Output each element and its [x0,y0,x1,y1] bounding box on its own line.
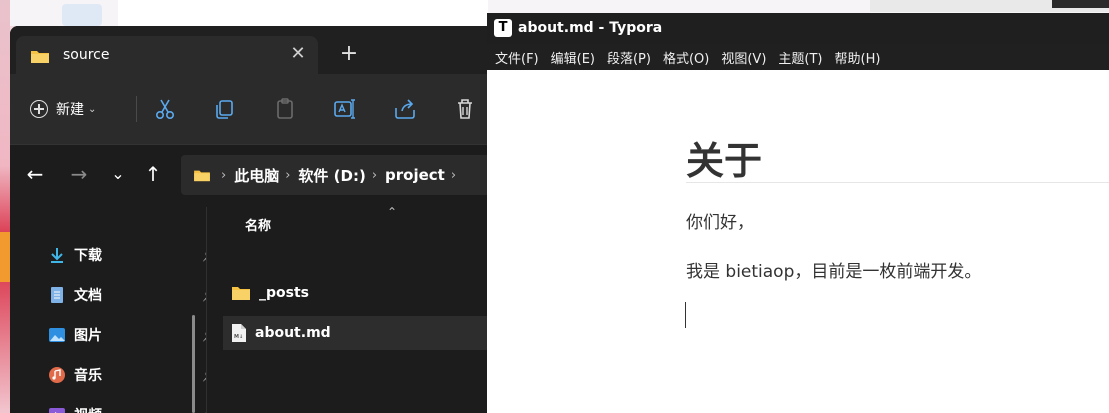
typora-window: T about.md - Typora 文件(F) 编辑(E) 段落(P) 格式… [487,13,1109,413]
tab-source[interactable]: source ✕ [16,36,318,74]
sidebar-item-pictures[interactable]: 图片 📌 [48,322,217,348]
sidebar-item-label: 文档 [74,288,102,304]
rename-icon[interactable] [332,96,358,122]
sidebar-item-downloads[interactable]: 下载 📌 [48,242,217,268]
address-bar: ← → ⌄ ↑ › 此电脑 › 软件 (D:) › project › [10,144,488,207]
share-icon[interactable] [392,96,418,122]
file-list: ⌃ 名称 _posts M↓ about.md [207,205,488,413]
file-name: _posts [259,285,309,301]
folder-icon [232,287,250,300]
document-paragraph[interactable]: 我是 bietiaop，目前是一枚前端开发。 [686,257,981,282]
paste-icon[interactable] [272,96,298,122]
list-item[interactable]: _posts [223,276,488,310]
navigation-pane: 下载 📌 文档 📌 图片 📌 音乐 📌 [10,207,217,413]
breadcrumb-separator: › [221,167,227,183]
menu-view[interactable]: 视图(V) [721,48,766,67]
tab-strip: source ✕ + [10,26,488,74]
menu-bar: 文件(F) 编辑(E) 段落(P) 格式(O) 视图(V) 主题(T) 帮助(H… [487,44,1109,70]
download-icon [51,248,63,263]
editor-area[interactable]: 关于 你们好， 我是 bietiaop，目前是一枚前端开发。 [487,70,1109,413]
plus-circle-icon [30,100,48,118]
sidebar-item-label: 下载 [74,248,102,264]
recent-locations-button[interactable]: ⌄ [105,161,131,187]
breadcrumb[interactable]: › 此电脑 › 软件 (D:) › project › [181,155,488,195]
file-explorer-window: source ✕ + 新建 ⌄ ← → ⌄ ↑ › 此电脑 › 软件 (D:) … [10,26,488,413]
list-item[interactable]: M↓ about.md [223,316,488,350]
typora-logo-icon: T [494,19,512,37]
menu-file[interactable]: 文件(F) [495,48,539,67]
desktop-widget [0,232,10,282]
svg-text:M↓: M↓ [234,334,243,340]
toolbar-divider [136,96,137,122]
menu-theme[interactable]: 主题(T) [778,48,822,67]
menu-paragraph[interactable]: 段落(P) [607,48,651,67]
column-header-name[interactable]: 名称 [245,215,271,234]
document-heading[interactable]: 关于 [686,130,762,185]
sort-ascending-icon: ⌃ [387,205,398,219]
tab-label: source [63,47,110,63]
delete-icon[interactable] [452,96,478,122]
document-icon [51,287,63,303]
close-tab-icon[interactable]: ✕ [286,42,310,66]
heading-underline [686,182,1109,183]
new-button[interactable]: 新建 ⌄ [30,96,96,122]
breadcrumb-project[interactable]: project [385,166,445,184]
new-tab-button[interactable]: + [335,40,363,68]
pictures-icon [49,328,65,342]
copy-icon[interactable] [212,96,238,122]
menu-format[interactable]: 格式(O) [663,48,709,67]
video-icon [49,408,65,413]
menu-help[interactable]: 帮助(H) [835,48,881,67]
breadcrumb-separator: › [285,167,291,183]
forward-button[interactable]: → [66,161,92,187]
command-bar: 新建 ⌄ [10,74,488,144]
navigation-scrollbar[interactable] [192,315,195,413]
up-button[interactable]: ↑ [140,161,166,187]
menu-edit[interactable]: 编辑(E) [551,48,595,67]
chevron-down-icon: ⌄ [88,103,97,115]
folder-icon [194,170,210,182]
cut-icon[interactable] [152,96,178,122]
text-cursor [685,302,686,328]
breadcrumb-separator: › [450,167,457,183]
desktop-app-icon [62,4,102,26]
folder-icon [31,51,49,63]
new-button-label: 新建 [56,102,84,118]
background-window-corner [1052,0,1109,8]
music-icon [49,367,65,383]
sidebar-item-label: 视频 [74,405,102,413]
file-name: about.md [255,325,331,341]
sidebar-item-label: 音乐 [74,368,102,384]
background-window [118,0,488,26]
sidebar-item-documents[interactable]: 文档 📌 [48,282,217,308]
markdown-file-icon: M↓ [232,324,246,342]
breadcrumb-separator: › [371,167,378,183]
desktop-wallpaper [0,0,10,413]
breadcrumb-this-pc[interactable]: 此电脑 [234,165,279,186]
document-paragraph[interactable]: 你们好， [686,208,754,233]
breadcrumb-drive-d[interactable]: 软件 (D:) [298,165,365,186]
window-title: about.md - Typora [518,20,663,36]
title-bar: T about.md - Typora [487,13,1109,44]
sidebar-item-music[interactable]: 音乐 📌 [48,362,217,388]
sidebar-item-videos[interactable]: 视频 📌 [48,402,217,413]
sidebar-item-label: 图片 [74,328,102,344]
back-button[interactable]: ← [22,161,48,187]
